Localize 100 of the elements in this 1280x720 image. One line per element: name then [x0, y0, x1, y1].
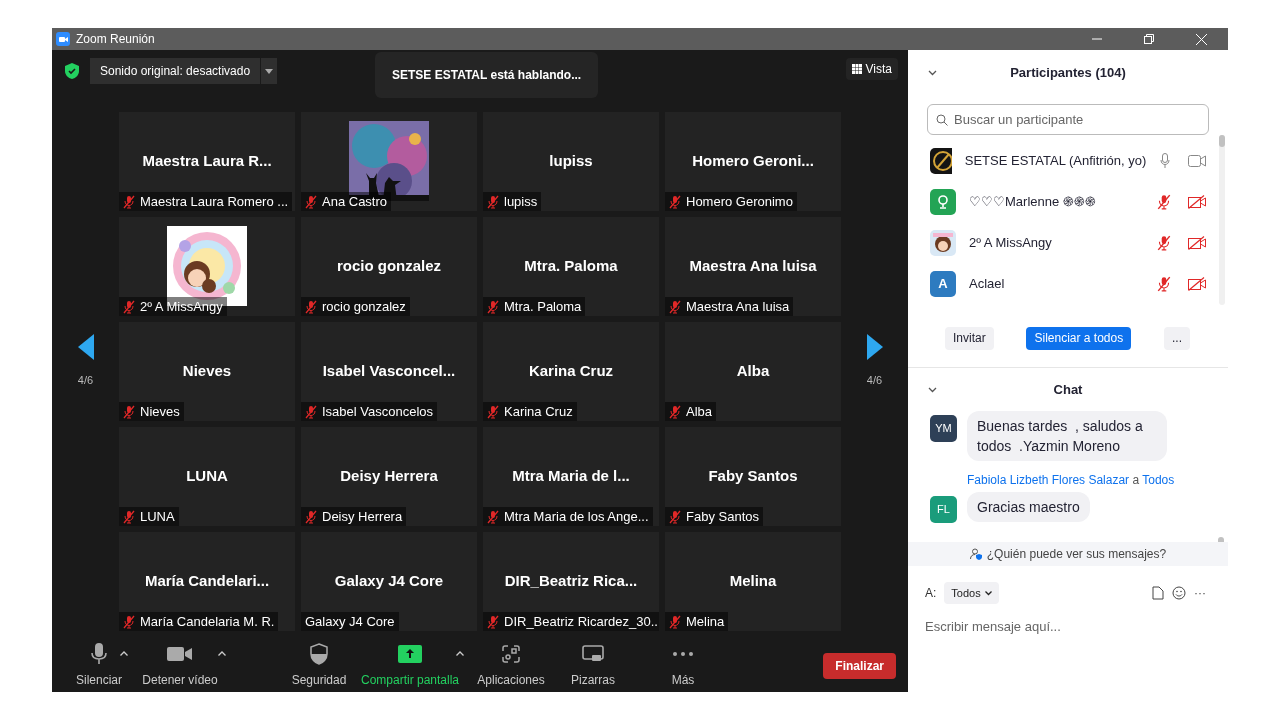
participant-name: SETSE ESTATAL (Anfitrión, yo)	[964, 151, 1147, 170]
muted-mic-icon	[487, 509, 499, 524]
dropdown-button[interactable]	[261, 58, 278, 84]
collapse-icon[interactable]	[928, 386, 937, 393]
name-label: Homero Geronimo	[665, 192, 797, 211]
name-label: Galaxy J4 Core	[301, 612, 399, 631]
sender-name[interactable]: Fabiola Lizbeth Flores Salazar	[967, 473, 1130, 487]
app-icon	[56, 32, 70, 46]
name-label: Deisy Herrera	[301, 507, 407, 526]
avatar: A	[930, 270, 956, 297]
participant-name: Galaxy J4 Core	[334, 571, 444, 590]
caret-icon[interactable]	[120, 651, 128, 656]
page-indicator: 4/6	[77, 372, 94, 388]
participant-name: LUNA	[186, 466, 228, 485]
toolbar-button[interactable]: Seguridad	[284, 643, 354, 689]
video-tile[interactable]: Mtra Maria de l... Mtra Maria de los Ange...	[483, 427, 659, 526]
participant-name: María Candelari...	[144, 571, 270, 590]
participant-name: lupiss	[549, 151, 593, 170]
microphone-icon	[91, 643, 107, 665]
muted-mic-icon	[123, 194, 135, 209]
name-label: Melina	[665, 612, 729, 631]
video-tile[interactable]: María Candelari... María Candelaria M. R.	[119, 532, 295, 631]
avatar: YM	[930, 415, 957, 442]
name-label: Mtra Maria de los Ange...	[483, 507, 653, 526]
video-tile[interactable]: rocio gonzalez rocio gonzalez	[301, 217, 477, 316]
chevron-icon	[984, 590, 992, 596]
more-button[interactable]: ...	[1163, 326, 1190, 350]
video-tile[interactable]: Nieves Nieves	[119, 322, 295, 421]
muted-mic-icon	[305, 194, 317, 209]
video-tile[interactable]: Ana Castro	[301, 112, 477, 211]
muted-mic-icon	[669, 509, 681, 524]
invite-button[interactable]: Invitar	[945, 326, 994, 350]
video-tile[interactable]: lupiss lupiss	[483, 112, 659, 211]
muted-mic-icon	[305, 509, 317, 524]
apps-icon	[502, 645, 520, 663]
name-label: Ana Castro	[301, 192, 392, 211]
name-label: 2º A MissAngy	[119, 297, 227, 316]
participant-name: DIR_Beatriz Rica...	[504, 571, 638, 590]
video-tile[interactable]: Alba Alba	[665, 322, 841, 421]
participant-name: Deisy Herrera	[340, 466, 438, 485]
next-page-icon[interactable]	[866, 333, 883, 360]
audio-menu-button[interactable]: Sonido original: desactivado	[90, 58, 261, 84]
toolbar-button[interactable]: Más	[648, 643, 718, 689]
video-tile[interactable]: Homero Geroni... Homero Geronimo	[665, 112, 841, 211]
caret-icon[interactable]	[456, 651, 464, 656]
video-tile[interactable]: Maestra Laura R... Maestra Laura Romero ...	[119, 112, 295, 211]
panel-title: Participantes (104)	[1010, 64, 1126, 83]
speaking-banner: SETSE ESTATAL está hablando...	[375, 52, 599, 98]
muted-mic-icon	[487, 194, 499, 209]
recipient-dropdown[interactable]: Todos	[944, 582, 999, 604]
name-label: Maestra Laura Romero ...	[119, 192, 293, 211]
recipient-name[interactable]: Todos	[1142, 473, 1175, 487]
search-field[interactable]: Buscar un participante	[927, 104, 1209, 135]
video-tile[interactable]: Maestra Ana luisa Maestra Ana luisa	[665, 217, 841, 316]
name-label: Alba	[665, 402, 717, 421]
participant-name: Karina Cruz	[528, 361, 614, 380]
avatar-image	[930, 147, 952, 174]
emoji-icon[interactable]	[1172, 586, 1186, 600]
name-label: LUNA	[119, 507, 179, 526]
more-button[interactable]: ···	[1194, 584, 1206, 602]
file-icon[interactable]	[1152, 586, 1164, 600]
participant-name: Maestra Ana luisa	[689, 256, 817, 275]
toolbar-button[interactable]: Silenciar	[70, 643, 128, 689]
video-tile[interactable]: Faby Santos Faby Santos	[665, 427, 841, 526]
toolbar-button[interactable]: Aplicaciones	[466, 643, 556, 689]
toolbar-button[interactable]: Detener vídeo	[134, 643, 226, 689]
share-screen-button[interactable]: Compartir pantalla	[356, 643, 464, 689]
video-tile[interactable]: Isabel Vasconcel... Isabel Vasconcelos	[301, 322, 477, 421]
muted-mic-icon	[123, 509, 135, 524]
end-button[interactable]: Finalizar	[823, 653, 896, 679]
message-input[interactable]: Escribir mensaje aquí...	[925, 616, 1211, 636]
video-tile[interactable]: 2º A MissAngy	[119, 217, 295, 316]
window-title: Zoom Reunión	[76, 31, 155, 48]
scrollbar-thumb[interactable]	[1219, 135, 1225, 147]
name-label: Nieves	[119, 402, 184, 421]
video-tile[interactable]: DIR_Beatriz Rica... DIR_Beatriz Ricardez_30...	[483, 532, 659, 631]
participant-name: Melina	[729, 571, 777, 590]
camera-icon	[167, 646, 193, 662]
name-label: Faby Santos	[665, 507, 763, 526]
mute-all-button[interactable]: Silenciar a todos	[1026, 326, 1132, 350]
previous-page-icon[interactable]	[77, 333, 94, 360]
avatar: FL	[930, 496, 957, 523]
collapse-icon[interactable]	[928, 70, 937, 76]
muted-mic-icon	[305, 404, 317, 419]
participant-name: rocio gonzalez	[336, 256, 442, 275]
video-tile[interactable]: Karina Cruz Karina Cruz	[483, 322, 659, 421]
video-tile[interactable]: Deisy Herrera Deisy Herrera	[301, 427, 477, 526]
participant-name: Homero Geroni...	[692, 151, 814, 170]
video-tile[interactable]: Melina Melina	[665, 532, 841, 631]
video-tile[interactable]: Mtra. Paloma Mtra. Paloma	[483, 217, 659, 316]
caret-icon[interactable]	[218, 651, 226, 656]
toolbar-button[interactable]: Pizarras	[558, 643, 628, 689]
view-button[interactable]: Vista	[845, 58, 898, 80]
video-tile[interactable]: Galaxy J4 Core Galaxy J4 Core	[301, 532, 477, 631]
whiteboard-icon	[582, 645, 604, 663]
caret-icon	[265, 68, 274, 74]
video-tile[interactable]: LUNA LUNA	[119, 427, 295, 526]
muted-mic-icon	[305, 299, 317, 314]
muted-mic-icon	[487, 614, 499, 629]
participant-name: Mtra Maria de l...	[512, 466, 630, 485]
